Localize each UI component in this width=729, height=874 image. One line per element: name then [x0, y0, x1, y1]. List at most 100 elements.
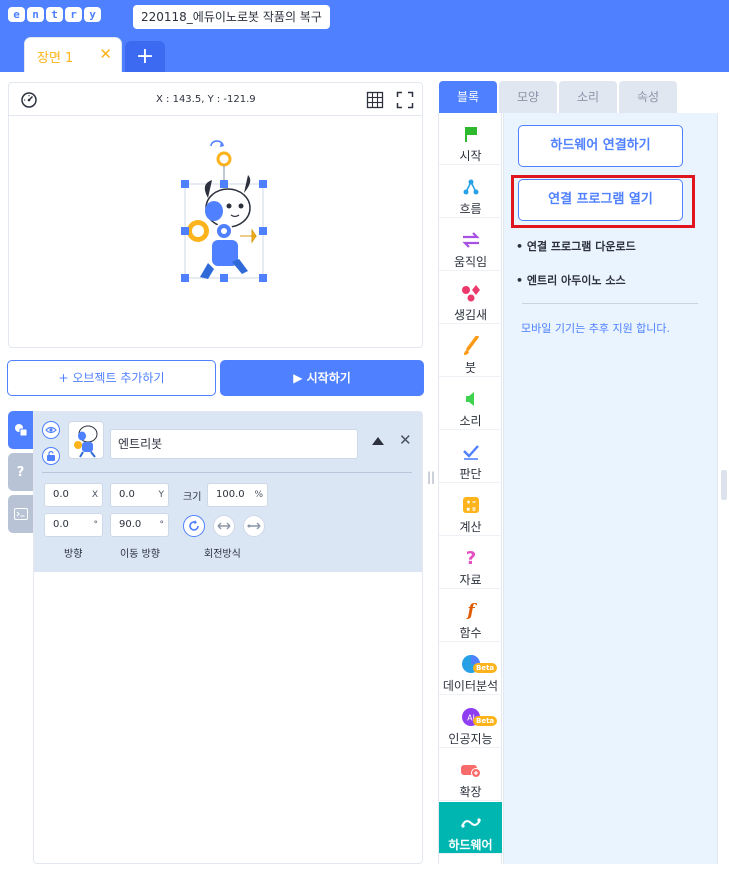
- highlight-box: [511, 175, 695, 228]
- add-object-button[interactable]: + 오브젝트 추가하기: [7, 360, 216, 396]
- size-unit: %: [254, 490, 263, 500]
- right-edge-panel: [717, 113, 729, 864]
- y-coordinate-field[interactable]: 0.0 Y: [110, 483, 169, 507]
- category-label: 함수: [459, 626, 482, 640]
- direction-unit: °: [93, 520, 99, 530]
- category-looks[interactable]: 생김새: [439, 272, 502, 324]
- category-data[interactable]: ? 자료: [439, 537, 502, 589]
- direction-field[interactable]: 0.0 °: [44, 513, 103, 537]
- category-calculation[interactable]: 계산: [439, 484, 502, 536]
- collapse-icon[interactable]: [372, 437, 384, 445]
- category-start[interactable]: 시작: [439, 113, 502, 165]
- tab-blocks[interactable]: 블록: [439, 81, 497, 113]
- check-icon: [460, 441, 482, 463]
- project-title-field[interactable]: 220118_에듀이노로봇 작품의 복구: [133, 5, 330, 29]
- stage-panel: X : 143.5, Y : -121.9: [8, 82, 423, 348]
- beta-badge: Beta: [473, 663, 498, 673]
- move-direction-field[interactable]: 90.0 °: [110, 513, 169, 537]
- tab-scene-1[interactable]: 장면 1 ✕: [24, 37, 122, 72]
- x-unit: X: [91, 490, 98, 500]
- delete-object-icon[interactable]: ✕: [399, 431, 412, 449]
- speed-gauge-icon[interactable]: [20, 91, 38, 109]
- entry-logo[interactable]: e n t r y: [8, 7, 101, 22]
- category-sound[interactable]: 소리: [439, 378, 502, 430]
- arduino-source-link[interactable]: • 엔트리 아두이노 소스: [516, 272, 626, 288]
- logo-letter: r: [65, 7, 82, 22]
- category-label: 소리: [459, 414, 482, 428]
- block-divider: [522, 303, 698, 304]
- category-label: 붓: [464, 361, 477, 375]
- tab-objects[interactable]: [8, 411, 33, 449]
- objects-icon: [14, 424, 27, 437]
- stage-toolbar: X : 143.5, Y : -121.9: [9, 83, 422, 116]
- question-icon: ?: [465, 547, 477, 569]
- logo-letter: e: [8, 7, 25, 22]
- rotate-free-button[interactable]: [183, 515, 205, 537]
- category-move[interactable]: 움직임: [439, 219, 502, 271]
- category-judgement[interactable]: 판단: [439, 431, 502, 483]
- category-label: 확장: [459, 785, 482, 799]
- lock-toggle[interactable]: [42, 447, 60, 465]
- rotation-mode-label: 회전방식: [204, 549, 241, 560]
- beta-badge: Beta: [473, 716, 498, 726]
- category-label: 움직임: [453, 255, 488, 269]
- tab-console[interactable]: [8, 495, 33, 533]
- x-coordinate-field[interactable]: 0.0 X: [44, 483, 103, 507]
- category-flow[interactable]: 흐름: [439, 166, 502, 218]
- fullscreen-icon[interactable]: [396, 91, 414, 109]
- rotate-none-button[interactable]: [243, 515, 265, 537]
- eye-icon: [45, 426, 57, 434]
- category-brush[interactable]: 붓: [439, 325, 502, 377]
- object-card[interactable]: 엔트리봇 ✕ 0.0 X 0.0 Y 크기 100.0 % 0.0 ° 90.0…: [34, 412, 422, 572]
- category-data-analysis[interactable]: Beta 데이터분석: [439, 643, 502, 695]
- resize-grip[interactable]: [721, 470, 727, 500]
- tab-properties[interactable]: 속성: [619, 81, 677, 113]
- grid-icon[interactable]: [366, 91, 384, 109]
- object-name-input[interactable]: 엔트리봇: [110, 429, 358, 459]
- top-bar: e n t r y 220118_에듀이노로봇 작품의 복구 장면 1 ✕ +: [0, 0, 729, 72]
- direction-label: 방향: [64, 549, 83, 560]
- scene-close-icon[interactable]: ✕: [99, 45, 112, 63]
- object-side-tabs: ?: [8, 411, 33, 537]
- category-hardware[interactable]: 하드웨어: [439, 802, 502, 854]
- download-program-link[interactable]: • 연결 프로그램 다운로드: [516, 238, 636, 254]
- category-label: 인공지능: [448, 732, 493, 746]
- block-category-list: 시작 흐름 움직임 생김새 붓 소리 판단 계산 ? 자료 f 함수 Beta …: [438, 113, 502, 864]
- card-divider: [42, 472, 412, 473]
- speaker-icon: [460, 388, 482, 410]
- function-icon: f: [467, 601, 475, 621]
- category-label: 생김새: [453, 308, 488, 322]
- entrybot-sprite[interactable]: [174, 138, 268, 288]
- category-label: 하드웨어: [448, 838, 493, 852]
- start-button[interactable]: ▶ 시작하기: [220, 360, 424, 396]
- category-function[interactable]: f 함수: [439, 590, 502, 642]
- tab-help[interactable]: ?: [8, 453, 33, 491]
- object-thumbnail: [68, 421, 104, 459]
- add-scene-button[interactable]: +: [125, 41, 165, 72]
- console-icon: [13, 508, 28, 520]
- horizontal-arrows-icon: [217, 522, 231, 530]
- size-field[interactable]: 100.0 %: [207, 483, 268, 507]
- move-direction-label: 이동 방향: [120, 549, 160, 560]
- size-value: 100.0: [216, 489, 245, 500]
- x-value: 0.0: [53, 489, 69, 500]
- mobile-support-note: 모바일 기기는 추후 지원 합니다.: [521, 322, 671, 335]
- visibility-toggle[interactable]: [42, 421, 60, 439]
- size-label: 크기: [183, 492, 202, 503]
- calculator-icon: [460, 494, 482, 516]
- rotate-horizontal-button[interactable]: [213, 515, 235, 537]
- scene-tab-label: 장면 1: [37, 51, 74, 66]
- tab-sounds[interactable]: 소리: [559, 81, 617, 113]
- move-arrows-icon: [460, 229, 482, 251]
- panel-splitter[interactable]: ||: [427, 470, 435, 484]
- category-extension[interactable]: 확장: [439, 749, 502, 801]
- logo-letter: n: [27, 7, 44, 22]
- move-direction-unit: °: [159, 520, 165, 530]
- category-ai[interactable]: AI Beta 인공지능: [439, 696, 502, 748]
- looks-icon: [460, 282, 482, 304]
- help-icon: ?: [16, 464, 25, 480]
- y-value: 0.0: [119, 489, 135, 500]
- tab-shapes[interactable]: 모양: [499, 81, 557, 113]
- connect-hardware-button[interactable]: 하드웨어 연결하기: [518, 125, 683, 167]
- category-label: 흐름: [459, 202, 482, 216]
